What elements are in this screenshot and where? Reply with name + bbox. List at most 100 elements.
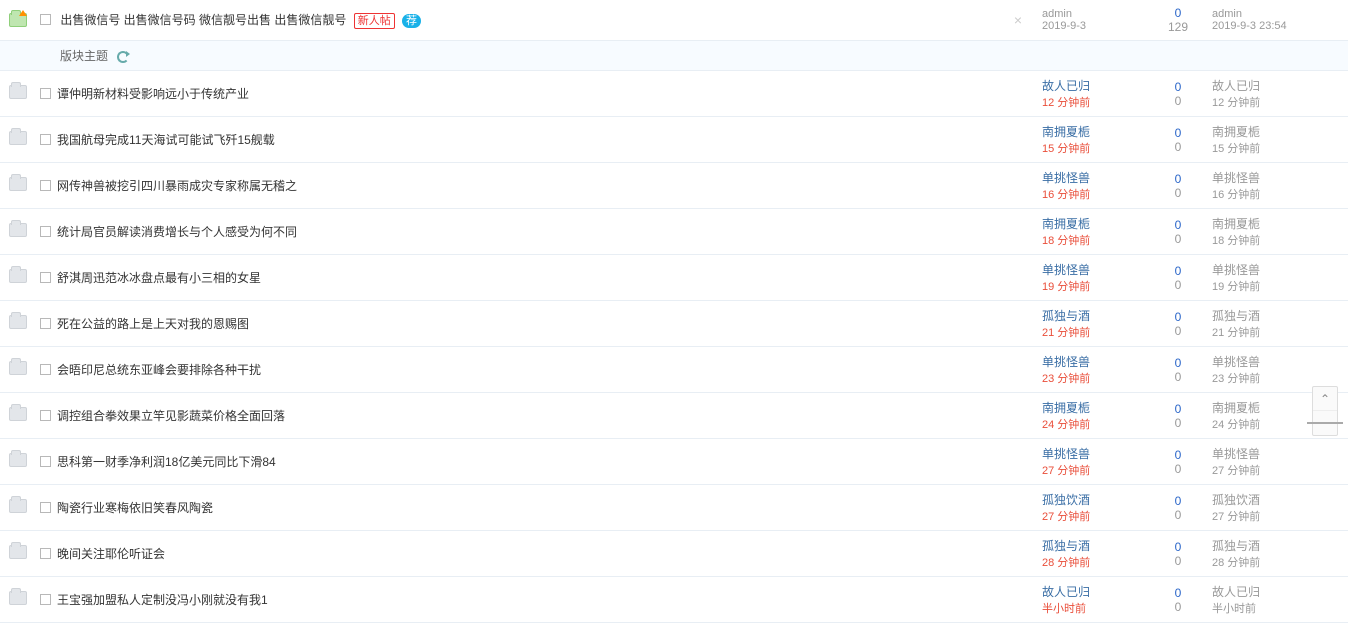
last-author[interactable]: 单挑怪兽 [1212, 169, 1344, 186]
row-checkbox[interactable] [40, 594, 51, 605]
thread-row: 统计局官员解读消费增长与个人感受为何不同南拥夏栀18 分钟前00南拥夏栀18 分… [0, 209, 1348, 255]
new-badge: 新人帖 [354, 13, 395, 29]
recommend-badge: 荐 [402, 14, 421, 28]
author-time: 28 分钟前 [1042, 554, 1144, 570]
author-name[interactable]: 故人已归 [1042, 583, 1144, 600]
replies-count: 0 [1152, 94, 1204, 108]
thread-title-link[interactable]: 我国航母完成11天海试可能试飞歼15舰载 [57, 133, 275, 147]
views-count: 0 [1152, 264, 1204, 278]
row-checkbox[interactable] [40, 548, 51, 559]
folder-icon [9, 545, 27, 559]
replies-count: 0 [1152, 278, 1204, 292]
author-name[interactable]: 单挑怪兽 [1042, 445, 1144, 462]
thread-row: 王宝强加盟私人定制没冯小刚就没有我1故人已归半小时前00故人已归半小时前 [0, 577, 1348, 623]
row-checkbox[interactable] [40, 88, 51, 99]
thread-title-link[interactable]: 谭仲明新材料受影响远小于传统产业 [57, 87, 249, 101]
author-name[interactable]: 孤独与酒 [1042, 537, 1144, 554]
last-author[interactable]: 故人已归 [1212, 77, 1344, 94]
views-count: 0 [1152, 540, 1204, 554]
folder-icon [9, 223, 27, 237]
replies-count: 129 [1152, 20, 1204, 34]
author-time: 23 分钟前 [1042, 370, 1144, 386]
author-name[interactable]: admin [1042, 8, 1144, 20]
folder-icon [9, 591, 27, 605]
folder-new-icon [9, 13, 27, 27]
thread-row: 陶瓷行业寒梅依旧笑春风陶瓷孤独饮酒27 分钟前00孤独饮酒27 分钟前 [0, 485, 1348, 531]
thread-title-link[interactable]: 陶瓷行业寒梅依旧笑春风陶瓷 [57, 501, 213, 515]
thread-row: 舒淇周迅范冰冰盘点最有小三相的女星单挑怪兽19 分钟前00单挑怪兽19 分钟前 [0, 255, 1348, 301]
last-time: 2019-9-3 23:54 [1212, 20, 1344, 32]
views-count: 0 [1152, 126, 1204, 140]
thread-title-link[interactable]: 王宝强加盟私人定制没冯小刚就没有我1 [57, 593, 268, 607]
replies-count: 0 [1152, 232, 1204, 246]
last-time: 19 分钟前 [1212, 278, 1344, 294]
row-checkbox[interactable] [40, 180, 51, 191]
row-checkbox[interactable] [40, 226, 51, 237]
last-time: 21 分钟前 [1212, 324, 1344, 340]
replies-count: 0 [1152, 462, 1204, 476]
last-time: 23 分钟前 [1212, 370, 1344, 386]
row-checkbox[interactable] [40, 318, 51, 329]
last-author[interactable]: 孤独与酒 [1212, 307, 1344, 324]
replies-count: 0 [1152, 416, 1204, 430]
thread-title-link[interactable]: 死在公益的路上是上天对我的恩赐图 [57, 317, 249, 331]
thread-title-link[interactable]: 出售微信号 出售微信号码 微信靓号出售 出售微信靓号 [60, 13, 346, 27]
thread-title-link[interactable]: 思科第一财季净利润18亿美元同比下滑84 [57, 455, 276, 469]
last-time: 18 分钟前 [1212, 232, 1344, 248]
author-name[interactable]: 单挑怪兽 [1042, 169, 1144, 186]
row-checkbox[interactable] [40, 502, 51, 513]
thread-row: 会晤印尼总统东亚峰会要排除各种干扰单挑怪兽23 分钟前00单挑怪兽23 分钟前 [0, 347, 1348, 393]
views-count: 0 [1152, 494, 1204, 508]
last-author[interactable]: 南拥夏栀 [1212, 215, 1344, 232]
thread-title-link[interactable]: 晚间关注耶伦听证会 [57, 547, 165, 561]
up-arrow-icon [19, 10, 27, 16]
row-checkbox[interactable] [40, 410, 51, 421]
row-checkbox[interactable] [40, 134, 51, 145]
thread-row: 谭仲明新材料受影响远小于传统产业故人已归12 分钟前00故人已归12 分钟前 [0, 71, 1348, 117]
view-mode-button[interactable] [1313, 411, 1337, 435]
author-date: 2019-9-3 [1042, 20, 1144, 32]
last-time: 16 分钟前 [1212, 186, 1344, 202]
thread-table: 出售微信号 出售微信号码 微信靓号出售 出售微信靓号 新人帖 荐 × admin… [0, 0, 1348, 623]
last-author[interactable]: 单挑怪兽 [1212, 445, 1344, 462]
author-name[interactable]: 孤独饮酒 [1042, 491, 1144, 508]
author-name[interactable]: 单挑怪兽 [1042, 261, 1144, 278]
author-name[interactable]: 孤独与酒 [1042, 307, 1144, 324]
row-checkbox[interactable] [40, 456, 51, 467]
last-author[interactable]: 孤独与酒 [1212, 537, 1344, 554]
views-count: 0 [1152, 356, 1204, 370]
replies-count: 0 [1152, 600, 1204, 614]
thread-title-link[interactable]: 舒淇周迅范冰冰盘点最有小三相的女星 [57, 271, 261, 285]
author-name[interactable]: 南拥夏栀 [1042, 399, 1144, 416]
thread-title-link[interactable]: 网传神兽被挖引四川暴雨成灾专家称属无稽之 [57, 179, 297, 193]
thread-row: 网传神兽被挖引四川暴雨成灾专家称属无稽之单挑怪兽16 分钟前00单挑怪兽16 分… [0, 163, 1348, 209]
last-author[interactable]: 故人已归 [1212, 583, 1344, 600]
last-author[interactable]: 南拥夏栀 [1212, 123, 1344, 140]
author-name[interactable]: 单挑怪兽 [1042, 353, 1144, 370]
row-checkbox[interactable] [40, 14, 51, 25]
thread-row: 晚间关注耶伦听证会孤独与酒28 分钟前00孤独与酒28 分钟前 [0, 531, 1348, 577]
close-icon[interactable]: × [1014, 12, 1022, 28]
author-name[interactable]: 南拥夏栀 [1042, 215, 1144, 232]
thread-title-link[interactable]: 统计局官员解读消费增长与个人感受为何不同 [57, 225, 297, 239]
scroll-top-button[interactable]: ⌃ [1313, 387, 1337, 411]
last-author[interactable]: 单挑怪兽 [1212, 353, 1344, 370]
author-name[interactable]: 南拥夏栀 [1042, 123, 1144, 140]
last-author[interactable]: admin [1212, 8, 1344, 20]
last-author[interactable]: 孤独饮酒 [1212, 491, 1344, 508]
thread-title-link[interactable]: 调控组合拳效果立竿见影蔬菜价格全面回落 [57, 409, 285, 423]
views-count: 0 [1152, 218, 1204, 232]
folder-icon [9, 131, 27, 145]
thread-title-link[interactable]: 会晤印尼总统东亚峰会要排除各种干扰 [57, 363, 261, 377]
author-name[interactable]: 故人已归 [1042, 77, 1144, 94]
replies-count: 0 [1152, 324, 1204, 338]
replies-count: 0 [1152, 186, 1204, 200]
author-time: 18 分钟前 [1042, 232, 1144, 248]
refresh-icon[interactable] [117, 51, 129, 63]
folder-icon [9, 453, 27, 467]
author-time: 21 分钟前 [1042, 324, 1144, 340]
views-count: 0 [1152, 586, 1204, 600]
row-checkbox[interactable] [40, 364, 51, 375]
row-checkbox[interactable] [40, 272, 51, 283]
last-author[interactable]: 单挑怪兽 [1212, 261, 1344, 278]
